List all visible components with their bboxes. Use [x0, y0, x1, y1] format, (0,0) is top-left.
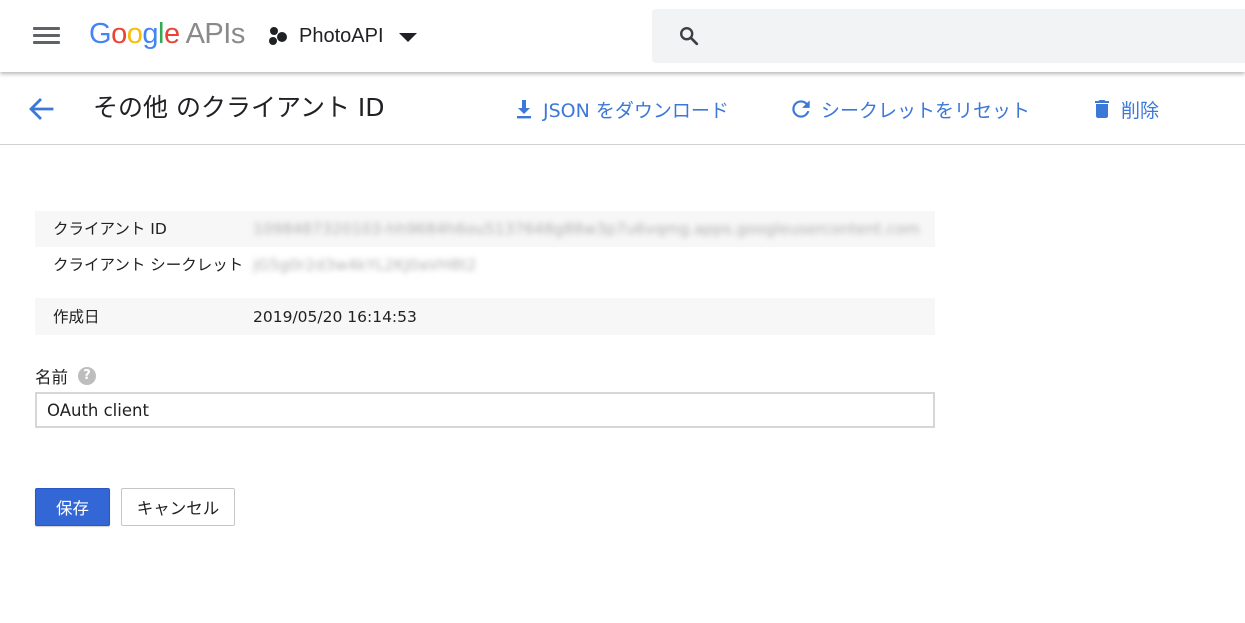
name-label: 名前	[35, 368, 68, 387]
table-row: クライアント ID 1098487320103-hh9684h6ou513764…	[35, 211, 935, 247]
download-json-label: JSON をダウンロード	[543, 99, 729, 122]
table-row: 作成日 2019/05/20 16:14:53	[35, 298, 935, 335]
arrow-back-icon[interactable]	[26, 94, 56, 124]
google-wordmark: Google	[89, 18, 180, 50]
page-title: その他 のクライアント ID	[93, 93, 385, 122]
project-dots-icon	[266, 24, 290, 48]
save-button[interactable]: 保存	[35, 488, 110, 526]
chevron-down-icon	[398, 32, 417, 42]
page-header: その他 のクライアント ID JSON をダウンロード シークレットをリセット …	[0, 72, 1245, 145]
client-id-key: クライアント ID	[53, 220, 167, 238]
cancel-button[interactable]: キャンセル	[121, 488, 235, 526]
logo-letter: o	[111, 18, 127, 50]
created-date-value: 2019/05/20 16:14:53	[253, 308, 417, 326]
download-icon	[517, 100, 531, 119]
menu-line	[33, 27, 60, 30]
project-name: PhotoAPI	[299, 24, 384, 47]
client-id-value[interactable]: 1098487320103-hh9684h6ou5137648g88w3p7u6…	[253, 220, 923, 238]
client-secret-value[interactable]: jG5g0r2d3w4kYL2KJ0aVH8t2	[253, 256, 923, 274]
google-apis-logo[interactable]: Google APIs	[89, 14, 245, 54]
logo-letter: e	[163, 18, 180, 50]
search-bar[interactable]	[652, 9, 1245, 63]
logo-letter: o	[126, 18, 143, 50]
delete-button[interactable]: 削除	[1090, 94, 1159, 124]
delete-label: 削除	[1121, 99, 1160, 122]
trash-icon	[1095, 100, 1109, 118]
help-icon[interactable]: ?	[78, 367, 96, 385]
logo-letter: G	[89, 18, 112, 50]
menu-line	[33, 41, 60, 44]
client-info-table: クライアント ID 1098487320103-hh9684h6ou513764…	[35, 211, 935, 335]
client-id-value-cell: 1098487320103-hh9684h6ou5137648g88w3p7u6…	[253, 211, 935, 247]
client-secret-value-cell: jG5g0r2d3w4kYL2KJ0aVH8t2	[253, 247, 935, 298]
top-app-bar: Google APIs PhotoAPI	[0, 0, 1245, 72]
project-selector[interactable]: PhotoAPI	[266, 18, 417, 54]
reset-secret-label: シークレットをリセット	[821, 99, 1031, 122]
refresh-icon	[792, 100, 810, 118]
name-field-label-row: 名前 ?	[35, 364, 96, 388]
hamburger-menu-icon[interactable]	[30, 24, 64, 48]
client-secret-key: クライアント シークレット	[53, 256, 244, 274]
created-date-key: 作成日	[53, 308, 100, 326]
name-input[interactable]	[35, 392, 935, 428]
table-row: クライアント シークレット jG5g0r2d3w4kYL2KJ0aVH8t2	[35, 247, 935, 298]
logo-letter: g	[142, 18, 158, 50]
reset-secret-button[interactable]: シークレットをリセット	[788, 94, 1030, 124]
menu-line	[33, 34, 60, 37]
search-icon[interactable]	[678, 25, 700, 47]
download-json-button[interactable]: JSON をダウンロード	[512, 94, 729, 124]
search-input[interactable]	[714, 21, 1234, 51]
apis-wordmark: APIs	[185, 18, 246, 50]
